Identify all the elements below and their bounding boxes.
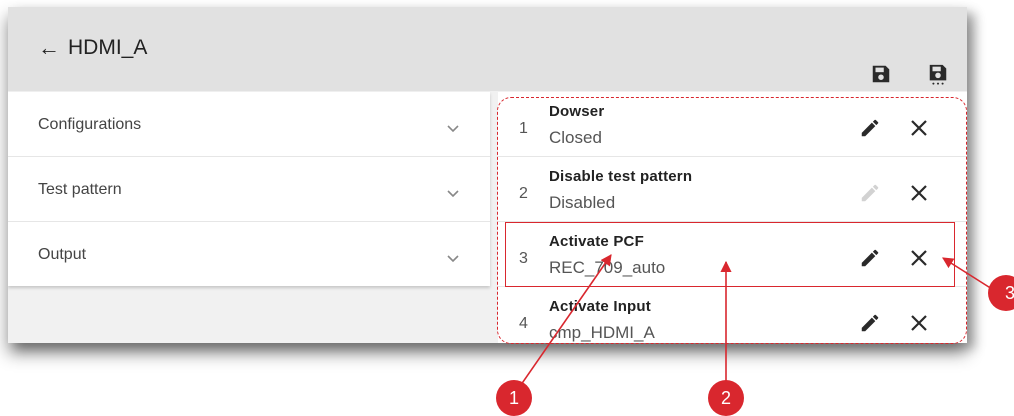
- callout-arrows: [515, 254, 993, 393]
- callout-badge: 1: [496, 380, 532, 416]
- callout-badge: 2: [708, 380, 744, 416]
